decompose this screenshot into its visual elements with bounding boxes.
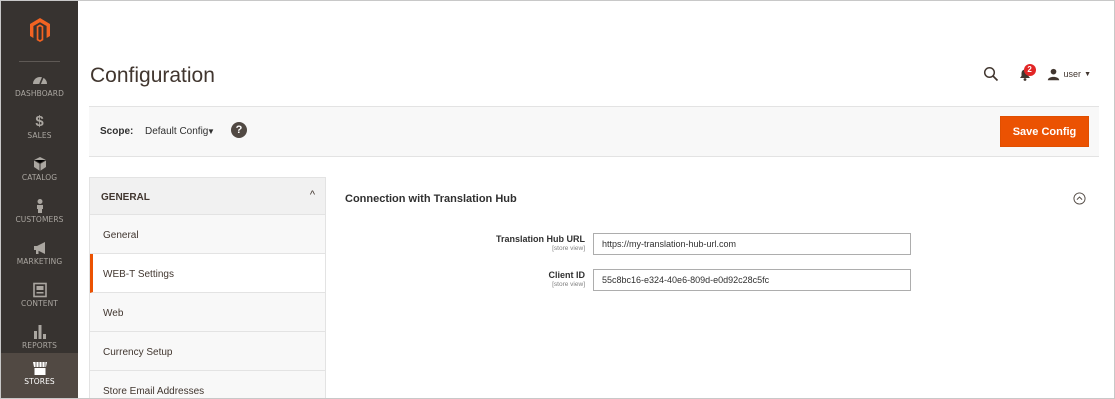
search-icon[interactable] [983,66,999,82]
magento-logo[interactable] [1,1,78,59]
scope-label: Scope: [100,126,134,137]
field-scope: [store view] [552,281,585,288]
nav-item-dashboard[interactable]: DASHBOARD [1,69,78,113]
nav-item-marketing[interactable]: MARKETING [1,237,78,281]
nav-label-reports: REPORTS [21,341,58,350]
content-icon [31,281,49,298]
translation-hub-url-input[interactable]: https://my-translation-hub-url.com [593,233,911,255]
magento-logo-icon [29,18,50,42]
chevron-up-icon: ^ [309,189,315,201]
user-menu[interactable]: user ▼ [1047,68,1091,81]
section-title[interactable]: Connection with Translation Hub [345,193,517,205]
chevron-down-icon: ▼ [1084,70,1091,78]
tab-web-t-settings[interactable]: WEB-T Settings [90,254,325,293]
tab-section-general[interactable]: GENERAL ^ [90,178,325,215]
tab-label: Currency Setup [103,347,173,358]
store-icon [31,359,49,376]
translation-hub-url-label: Translation Hub URL [store view] [435,234,585,252]
nav-label-marketing: MARKETING [16,257,63,266]
config-tabs: GENERAL ^ General WEB-T Settings Web Cur… [89,177,326,399]
tab-label: Web [103,308,124,319]
scope-switcher[interactable]: Default Config [145,126,208,137]
nav-item-sales[interactable]: $ SALES [1,111,78,155]
tab-label: Store Email Addresses [103,386,205,397]
nav-label-content: CONTENT [21,299,58,308]
user-name: user [1063,69,1082,79]
chevron-down-icon[interactable]: ▼ [207,127,215,136]
nav-label-customers: CUSTOMERS [15,215,64,224]
field-label: Client ID [548,270,585,280]
nav-item-stores[interactable]: STORES [1,353,78,398]
header-actions: 2 user ▼ [983,64,1091,82]
admin-sidebar: DASHBOARD $ SALES CATALOG CUSTOMERS MARK… [1,1,78,398]
person-icon [31,197,49,214]
nav-label-catalog: CATALOG [21,173,58,182]
client-id-input[interactable]: 55c8bc16-e324-40e6-809d-e0d92c28c5fc [593,269,911,291]
nav-label-sales: SALES [27,131,52,140]
megaphone-icon [31,239,49,256]
collapse-icon[interactable] [1073,192,1086,205]
client-id-label: Client ID [store view] [435,270,585,288]
tab-currency-setup[interactable]: Currency Setup [90,332,325,371]
nav-label-dashboard: DASHBOARD [15,89,64,98]
field-scope: [store view] [552,245,585,252]
save-config-button[interactable]: Save Config [1000,116,1089,147]
tab-general[interactable]: General [90,215,325,254]
page-title: Configuration [90,64,215,87]
nav-item-catalog[interactable]: CATALOG [1,153,78,197]
dollar-icon: $ [35,113,44,130]
tab-section-label: GENERAL [101,192,150,203]
nav-label-stores: STORES [24,377,55,386]
logo-divider [19,61,60,62]
cube-icon [31,155,49,172]
tab-store-email-addresses[interactable]: Store Email Addresses [90,371,325,399]
nav-item-customers[interactable]: CUSTOMERS [1,195,78,239]
dashboard-icon [31,71,49,88]
notifications-badge: 2 [1023,64,1036,76]
tab-label: WEB-T Settings [103,269,174,280]
tab-label: General [103,230,139,241]
tab-web[interactable]: Web [90,293,325,332]
nav-item-content[interactable]: CONTENT [1,279,78,323]
field-label: Translation Hub URL [495,234,585,244]
bar-chart-icon [31,323,49,340]
help-icon[interactable]: ? [231,122,247,138]
notifications-button[interactable]: 2 [1017,64,1036,82]
scope-bar: Scope: Default Config ▼ ? Save Config [89,106,1099,157]
user-icon [1047,68,1059,80]
